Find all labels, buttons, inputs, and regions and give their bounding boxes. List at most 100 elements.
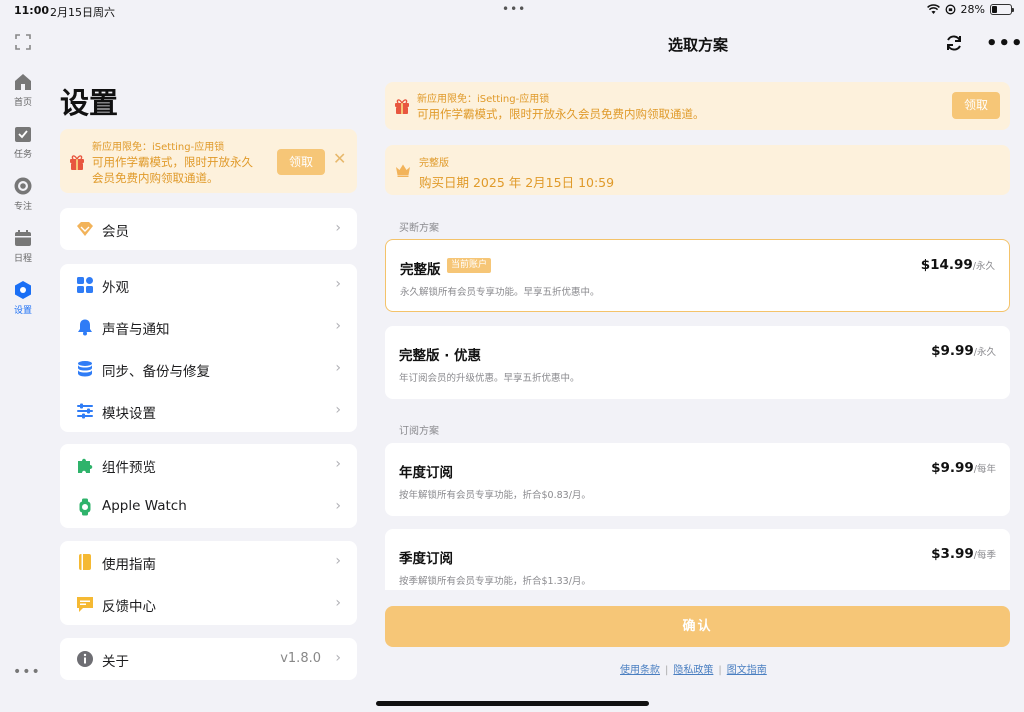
plan-name: 完整版 · 优惠 [399, 348, 482, 364]
claim-button[interactable]: 领取 [952, 92, 1000, 119]
settings-group-about: 关于 v1.8.0 › [60, 638, 357, 680]
promo-title: 新应用限免：iSetting-应用锁 [417, 94, 550, 105]
plan-option-full[interactable]: 完整版 当前账户 永久解锁所有会员专享功能。早享五折优惠中。 $14.99/永久 [385, 239, 1010, 312]
gift-icon [70, 155, 84, 170]
plans-promo-banner[interactable]: 新应用限免：iSetting-应用锁 可用作学霸模式，限时开放永久会员免费内购领… [385, 82, 1010, 130]
plan-name: 完整版 [400, 262, 441, 278]
status-indicators: 28% [926, 3, 1014, 16]
settings-group-general: 外观 › 声音与通知 › 同步、备份与修复 › 模块设置 › [60, 264, 357, 432]
rail-more-button[interactable]: ••• [13, 664, 41, 680]
sliders-icon [77, 403, 93, 419]
settings-item-sync[interactable]: 同步、备份与修复 › [60, 348, 357, 390]
promo-title: 新应用限免：iSetting-应用锁 [92, 142, 225, 153]
purchase-date: 购买日期 2025 年 2月15日 10:59 [419, 175, 615, 190]
watch-icon [79, 498, 91, 516]
privacy-link[interactable]: 隐私政策 [673, 665, 713, 676]
settings-item-sound[interactable]: 声音与通知 › [60, 306, 357, 348]
link-separator: | [718, 665, 722, 676]
settings-item-widgets[interactable]: 组件预览 › [60, 444, 357, 486]
rail-label-schedule: 日程 [13, 254, 32, 264]
settings-group-member: 会员 › [60, 208, 357, 250]
plan-option-full-discount[interactable]: 完整版 · 优惠 年订阅会员的升级优惠。早享五折优惠中。 $9.99/永久 [385, 326, 1010, 399]
nav-title: 选取方案 [668, 36, 729, 54]
appearance-grid-icon [77, 277, 93, 293]
guide-link[interactable]: 图文指南 [727, 665, 767, 676]
settings-item-feedback[interactable]: 反馈中心 › [60, 583, 357, 625]
app-version: v1.8.0 [280, 651, 321, 666]
settings-item-apple-watch[interactable]: Apple Watch › [60, 486, 357, 528]
price-period: /永久 [972, 261, 995, 272]
chevron-right-icon: › [335, 595, 341, 611]
chevron-right-icon: › [335, 650, 341, 666]
chevron-right-icon: › [335, 220, 341, 236]
settings-item-label: Apple Watch [102, 498, 187, 514]
chevron-right-icon: › [335, 276, 341, 292]
promo-banner[interactable]: 新应用限免：iSetting-应用锁 可用作学霸模式，限时开放永久会员免费内购领… [60, 129, 357, 193]
claim-button[interactable]: 领取 [277, 149, 325, 175]
rail-item-settings[interactable]: 设置 [0, 280, 46, 316]
confirm-button[interactable]: 确认 [385, 606, 1010, 647]
calendar-icon [15, 230, 31, 246]
chevron-right-icon: › [335, 360, 341, 376]
refresh-icon[interactable] [944, 33, 964, 53]
plan-option-quarterly[interactable]: 季度订阅 按季解锁所有会员专享功能，折合$1.33/月。 $3.99/每季 [385, 529, 1010, 590]
home-indicator[interactable] [376, 701, 649, 706]
rail-label-tasks: 任务 [13, 150, 32, 160]
rail-item-expand[interactable] [0, 32, 46, 55]
settings-item-label: 反馈中心 [102, 599, 156, 615]
settings-item-appearance[interactable]: 外观 › [60, 264, 357, 306]
plan-name: 季度订阅 [399, 551, 453, 567]
settings-item-label: 声音与通知 [102, 322, 170, 338]
price-period: /永久 [973, 347, 996, 358]
settings-group-help: 使用指南 › 反馈中心 › [60, 541, 357, 625]
settings-item-guide[interactable]: 使用指南 › [60, 541, 357, 583]
guide-book-icon [79, 554, 91, 570]
puzzle-icon [78, 458, 93, 473]
settings-item-label: 关于 [102, 654, 129, 670]
close-icon[interactable]: ✕ [333, 149, 346, 168]
status-date: 2月15日周六 [50, 6, 115, 19]
status-time: 11:00 [14, 4, 50, 17]
terms-link[interactable]: 使用条款 [620, 665, 660, 676]
plan-price: $3.99/每季 [931, 546, 996, 562]
settings-item-about[interactable]: 关于 v1.8.0 › [60, 638, 357, 680]
orientation-lock-icon [945, 4, 955, 15]
settings-item-label: 会员 [102, 224, 129, 240]
rail-label-focus: 专注 [13, 202, 32, 212]
promo-text: 可用作学霸模式，限时开放永久会员免费内购领取通道。 [92, 155, 253, 185]
status-bar: 11:00 2月15日周六 ••• 28% [0, 0, 1024, 22]
plan-description: 永久解锁所有会员专享功能。早享五折优惠中。 [400, 287, 600, 298]
price-period: /每年 [973, 464, 996, 475]
link-separator: | [665, 665, 669, 676]
settings-item-member[interactable]: 会员 › [60, 208, 357, 250]
promo-text: 可用作学霸模式，限时开放永久会员免费内购领取通道。 [417, 107, 705, 121]
wifi-icon [926, 4, 940, 14]
focus-target-icon [14, 177, 32, 195]
feedback-icon [77, 597, 93, 612]
gift-icon [395, 99, 409, 114]
bell-icon [78, 319, 92, 336]
rail-item-tasks[interactable]: 任务 [0, 124, 46, 160]
rail-item-home[interactable]: 首页 [0, 72, 46, 108]
owned-plan-card: 完整版 购买日期 2025 年 2月15日 10:59 [385, 145, 1010, 195]
settings-group-widgets: 组件预览 › Apple Watch › [60, 444, 357, 528]
owned-plan-title: 完整版 [419, 158, 449, 169]
crown-icon [396, 164, 410, 177]
chevron-right-icon: › [335, 456, 341, 472]
rail-item-focus[interactable]: 专注 [0, 176, 46, 212]
price-amount: $9.99 [931, 460, 974, 476]
icon-rail: 首页 任务 专注 日程 设置 [0, 22, 46, 712]
rail-label-settings: 设置 [13, 306, 32, 316]
rail-item-schedule[interactable]: 日程 [0, 228, 46, 264]
task-check-icon [15, 127, 31, 142]
plan-option-yearly[interactable]: 年度订阅 按年解锁所有会员专享功能，折合$0.83/月。 $9.99/每年 [385, 443, 1010, 516]
info-icon [77, 651, 93, 667]
settings-item-modules[interactable]: 模块设置 › [60, 390, 357, 432]
more-options-button[interactable]: ••• [986, 33, 1024, 54]
price-amount: $14.99 [920, 257, 973, 273]
section-label-buyout: 买断方案 [399, 223, 439, 234]
multitask-dots[interactable]: ••• [502, 2, 526, 16]
home-icon [15, 74, 31, 90]
settings-item-label: 外观 [102, 280, 129, 296]
plan-description: 按年解锁所有会员专享功能，折合$0.83/月。 [399, 490, 591, 501]
